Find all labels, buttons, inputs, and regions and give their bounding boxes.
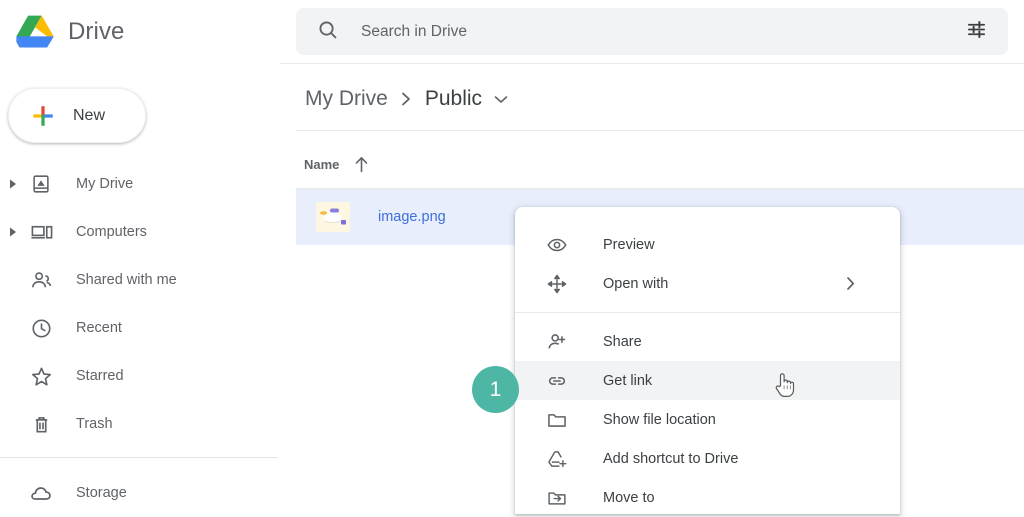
clock-icon xyxy=(28,315,54,341)
sidebar-label: Storage xyxy=(76,485,127,501)
menu-item-show-file-location[interactable]: Show file location xyxy=(515,400,900,439)
menu-item-add-shortcut-to-drive[interactable]: Add shortcut to Drive xyxy=(515,439,900,478)
menu-item-label: Show file location xyxy=(603,411,716,428)
sidebar-nav: My Drive Computers Shared with me Recent… xyxy=(0,160,280,517)
menu-item-label: Share xyxy=(603,333,642,350)
menu-item-share[interactable]: Share xyxy=(515,322,900,361)
new-button-label: New xyxy=(73,106,106,124)
menu-item-get-link[interactable]: Get link xyxy=(515,361,900,400)
menu-item-move-to[interactable]: Move to xyxy=(515,478,900,514)
link-icon xyxy=(545,369,569,393)
chevron-down-icon[interactable] xyxy=(494,95,508,104)
sidebar-item-starred[interactable]: Starred xyxy=(0,352,280,400)
open-with-move-icon xyxy=(545,272,569,296)
pointing-hand-cursor-icon xyxy=(772,370,798,405)
menu-item-label: Preview xyxy=(603,236,655,253)
menu-item-label: Move to xyxy=(603,489,655,506)
plus-icon xyxy=(30,103,56,129)
menu-top-padding xyxy=(515,207,900,225)
submenu-chevron-right-icon xyxy=(846,276,856,291)
sidebar-item-computers[interactable]: Computers xyxy=(0,208,280,256)
sidebar-label: Recent xyxy=(76,320,122,336)
cloud-icon xyxy=(28,480,54,506)
folder-icon xyxy=(545,408,569,432)
sidebar-item-my-drive[interactable]: My Drive xyxy=(0,160,280,208)
breadcrumb-divider xyxy=(296,130,1024,131)
menu-divider xyxy=(515,312,900,313)
sidebar-item-trash[interactable]: Trash xyxy=(0,400,280,448)
column-header-label: Name xyxy=(304,156,340,172)
annotation-badge-number: 1 xyxy=(489,377,502,401)
sidebar-label: Shared with me xyxy=(76,272,177,288)
breadcrumb-root[interactable]: My Drive xyxy=(305,87,388,111)
move-to-folder-icon xyxy=(545,486,569,510)
eye-icon xyxy=(545,233,569,257)
my-drive-icon xyxy=(28,171,54,197)
image-thumbnail-icon xyxy=(316,202,350,232)
drive-add-icon xyxy=(545,447,569,471)
sidebar-label: Starred xyxy=(76,368,124,384)
expand-caret-icon[interactable] xyxy=(2,227,24,237)
computers-icon xyxy=(28,219,54,245)
google-drive-window: Drive New My Drive Computers Shared with… xyxy=(0,0,1024,514)
sidebar: Drive New My Drive Computers Shared with… xyxy=(0,0,280,514)
context-menu: Preview Open with Share Get link Show fi… xyxy=(515,207,900,514)
expand-caret-icon[interactable] xyxy=(2,179,24,189)
sidebar-item-recent[interactable]: Recent xyxy=(0,304,280,352)
brand-header[interactable]: Drive xyxy=(0,0,280,63)
person-add-icon xyxy=(545,330,569,354)
menu-item-label: Open with xyxy=(603,275,669,292)
sidebar-item-shared-with-me[interactable]: Shared with me xyxy=(0,256,280,304)
menu-item-preview[interactable]: Preview xyxy=(515,225,900,264)
arrow-up-icon[interactable] xyxy=(354,156,369,173)
annotation-badge-1: 1 xyxy=(472,366,519,413)
sidebar-divider xyxy=(0,457,278,458)
column-header-name[interactable]: Name xyxy=(304,150,369,178)
search-bar[interactable] xyxy=(296,8,1008,55)
chevron-right-icon xyxy=(401,91,412,107)
brand-title: Drive xyxy=(68,17,125,45)
search-icon xyxy=(316,18,339,46)
sidebar-label: My Drive xyxy=(76,176,134,192)
sidebar-item-storage[interactable]: Storage xyxy=(0,469,280,517)
tune-filter-icon[interactable] xyxy=(965,18,988,46)
file-name-link[interactable]: image.png xyxy=(378,209,446,225)
breadcrumb: My Drive Public xyxy=(305,82,508,116)
sidebar-label: Computers xyxy=(76,224,147,240)
trash-icon xyxy=(28,411,54,437)
search-input[interactable] xyxy=(359,15,965,48)
breadcrumb-current[interactable]: Public xyxy=(425,87,482,111)
sidebar-label: Trash xyxy=(76,416,113,432)
menu-item-label: Add shortcut to Drive xyxy=(603,450,739,467)
star-icon xyxy=(28,363,54,389)
menu-item-open-with[interactable]: Open with xyxy=(515,264,900,303)
new-button[interactable]: New xyxy=(8,88,146,143)
shared-with-me-icon xyxy=(28,267,54,293)
menu-item-label: Get link xyxy=(603,372,653,389)
header-divider xyxy=(280,63,1024,64)
google-drive-logo-icon xyxy=(14,13,56,51)
